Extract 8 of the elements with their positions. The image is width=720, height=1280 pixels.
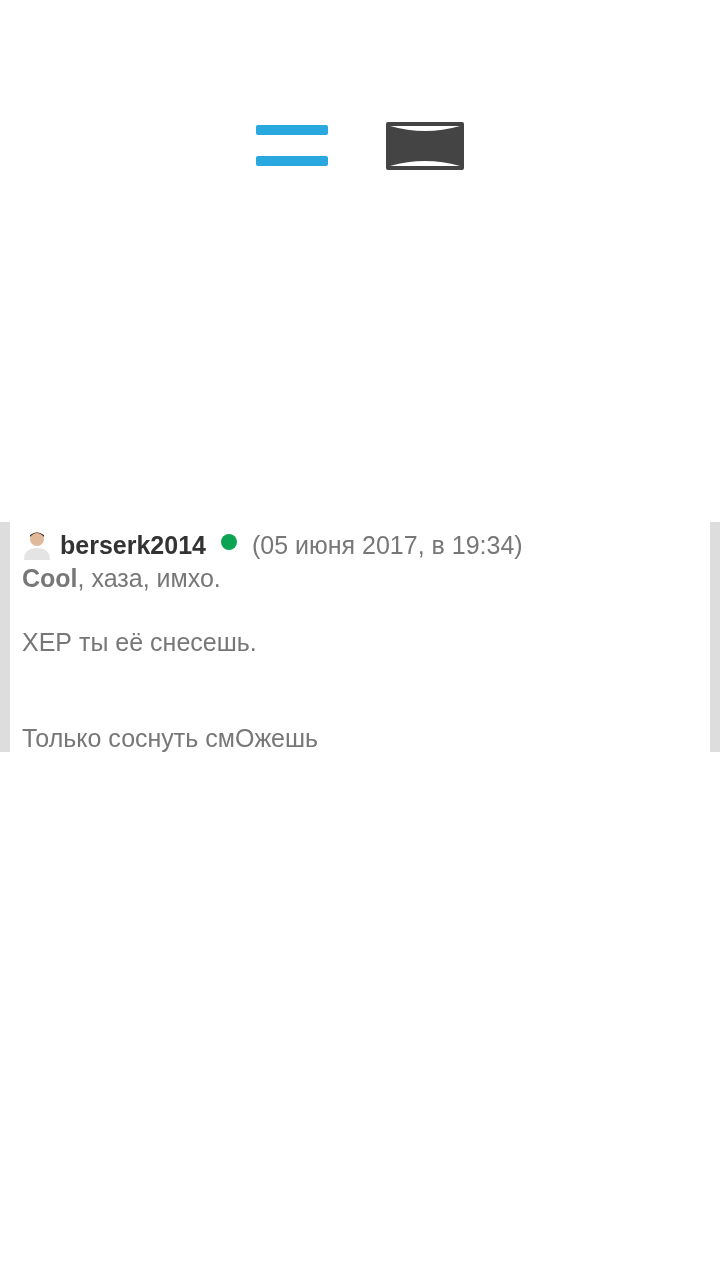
comment-text: Только соснуть смОжешь <box>22 723 320 754</box>
fullscreen-icon[interactable] <box>386 122 464 170</box>
comment-date: (05 июня 2017, в 19:34) <box>251 530 523 560</box>
avatar-icon <box>22 530 52 560</box>
author-name[interactable]: berserk2014 <box>60 530 206 560</box>
comment-text: Cool, хаза, имхо. <box>22 563 222 594</box>
comment-text: ХЕР ты её снесешь. <box>22 627 258 658</box>
menu-icon[interactable] <box>256 125 328 167</box>
